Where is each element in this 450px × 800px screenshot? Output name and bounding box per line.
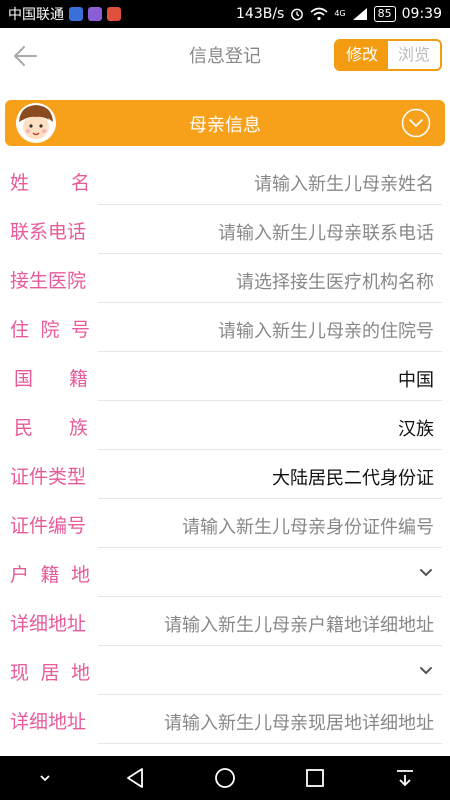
signal-icon <box>352 8 367 20</box>
field-label-id-type: 证件类型 <box>10 466 87 488</box>
field-label-id-number: 证件编号 <box>10 515 87 537</box>
household-address-input[interactable]: 请输入新生儿母亲户籍地详细地址 <box>164 611 434 637</box>
hide-keyboard-chevron-icon[interactable] <box>32 765 58 791</box>
recents-square-icon[interactable] <box>302 765 328 791</box>
mode-toggle: 修改 浏览 <box>334 39 442 71</box>
id-number-input[interactable]: 请输入新生儿母亲身份证件编号 <box>182 513 434 539</box>
status-bar: 中国联通 143B/s 4G 85 09:39 <box>0 0 450 28</box>
current-address-input[interactable]: 请输入新生儿母亲现居地详细地址 <box>164 709 434 735</box>
battery-level: 85 <box>373 6 396 22</box>
form-row-id-number[interactable]: 证件编号 请输入新生儿母亲身份证件编号 <box>0 499 450 548</box>
phone-input[interactable]: 请输入新生儿母亲联系电话 <box>218 219 434 245</box>
mother-info-section-header[interactable]: 母亲信息 <box>5 100 445 146</box>
app-notification-icon <box>107 7 121 21</box>
network-type: 4G <box>334 9 346 18</box>
hospital-select[interactable]: 请选择接生医疗机构名称 <box>236 268 434 294</box>
app-notification-icon <box>69 7 83 21</box>
ethnicity-select[interactable]: 汉族 <box>398 415 434 441</box>
browse-mode-button[interactable]: 浏览 <box>388 41 440 69</box>
divider <box>98 743 442 744</box>
form-row-nationality[interactable]: 国 籍 中国 <box>0 352 450 401</box>
home-circle-icon[interactable] <box>212 765 238 791</box>
form-row-id-type[interactable]: 证件类型 大陆居民二代身份证 <box>0 450 450 499</box>
form-row-hospital[interactable]: 接生医院 请选择接生医疗机构名称 <box>0 254 450 303</box>
form-row-phone[interactable]: 联系电话 请输入新生儿母亲联系电话 <box>0 205 450 254</box>
field-label-hospital: 接生医院 <box>10 270 87 292</box>
chevron-down-icon[interactable] <box>416 562 436 582</box>
field-label-nationality: 国 籍 <box>14 368 88 390</box>
carrier-text: 中国联通 <box>8 7 64 23</box>
notification-pull-icon[interactable] <box>392 765 418 791</box>
nationality-select[interactable]: 中国 <box>398 366 434 392</box>
mother-info-form: 姓 名 请输入新生儿母亲姓名 联系电话 请输入新生儿母亲联系电话 接生医院 请选… <box>0 156 450 744</box>
form-row-current-residence[interactable]: 现 居 地 <box>0 646 450 695</box>
chevron-down-icon[interactable] <box>416 660 436 680</box>
field-label-household-address: 详细地址 <box>10 613 87 635</box>
alarm-icon <box>291 8 304 21</box>
wifi-icon <box>310 7 328 21</box>
field-label-current-address: 详细地址 <box>10 711 87 733</box>
form-row-ethnicity[interactable]: 民 族 汉族 <box>0 401 450 450</box>
field-label-household-registration: 户 籍 地 <box>10 564 90 586</box>
field-label-current-residence: 现 居 地 <box>10 662 90 684</box>
back-triangle-icon[interactable] <box>122 765 148 791</box>
app-header: 信息登记 修改 浏览 <box>0 28 450 84</box>
clock: 09:39 <box>401 6 442 22</box>
app-notification-icon <box>88 7 102 21</box>
field-label-admission-number: 住 院 号 <box>10 319 90 341</box>
form-row-name[interactable]: 姓 名 请输入新生儿母亲姓名 <box>0 156 450 205</box>
collapse-chevron-icon[interactable] <box>401 108 431 138</box>
form-row-household-address[interactable]: 详细地址 请输入新生儿母亲户籍地详细地址 <box>0 597 450 646</box>
system-nav-bar <box>0 756 450 800</box>
field-label-ethnicity: 民 族 <box>14 417 88 439</box>
edit-mode-button[interactable]: 修改 <box>336 41 388 69</box>
form-row-household-registration[interactable]: 户 籍 地 <box>0 548 450 597</box>
section-title: 母亲信息 <box>189 115 261 136</box>
form-row-current-address[interactable]: 详细地址 请输入新生儿母亲现居地详细地址 <box>0 695 450 744</box>
field-label-phone: 联系电话 <box>10 221 87 243</box>
id-type-select[interactable]: 大陆居民二代身份证 <box>272 464 434 490</box>
form-row-admission-number[interactable]: 住 院 号 请输入新生儿母亲的住院号 <box>0 303 450 352</box>
network-speed: 143B/s <box>236 6 285 22</box>
name-input[interactable]: 请输入新生儿母亲姓名 <box>254 170 434 196</box>
admission-number-input[interactable]: 请输入新生儿母亲的住院号 <box>218 317 434 343</box>
field-label-name: 姓 名 <box>10 172 90 194</box>
